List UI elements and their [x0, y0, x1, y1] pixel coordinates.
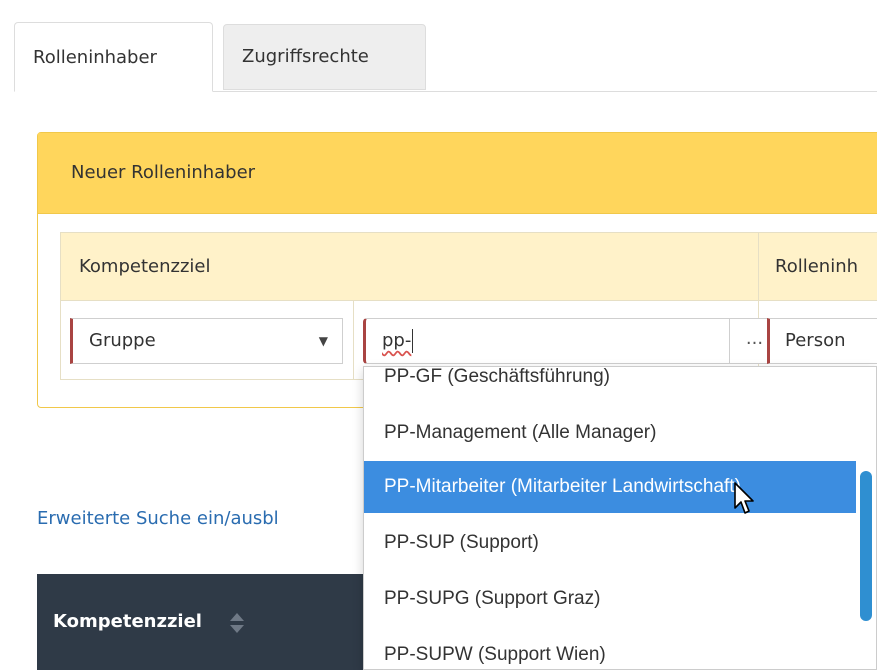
advanced-search-toggle-link[interactable]: Erweiterte Suche ein/ausbl	[37, 508, 279, 529]
column-header-kompetenzziel: Kompetenzziel	[79, 256, 211, 277]
dropdown-option-selected[interactable]: PP-Mitarbeiter (Mitarbeiter Landwirtscha…	[364, 461, 858, 513]
mouse-pointer-icon	[734, 482, 754, 514]
text-caret	[412, 329, 414, 353]
holder-type-value: Person	[785, 330, 846, 351]
role-holder-form-table: Kompetenzziel Rolleninh Gruppe ▼ pp- ...…	[60, 232, 877, 380]
tab-rolleninhaber[interactable]: Rolleninhaber	[14, 22, 213, 92]
form-table-header: Kompetenzziel Rolleninh	[61, 233, 877, 301]
dropdown-scrollbar[interactable]	[856, 367, 876, 669]
sort-icon[interactable]	[229, 612, 245, 634]
dropdown-option[interactable]: PP-Management (Alle Manager)	[364, 407, 858, 459]
dropdown-option[interactable]: PP-SUPG (Support Graz)	[364, 573, 858, 625]
tab-bar: Rolleninhaber Zugriffsrechte	[14, 22, 877, 92]
target-type-select[interactable]: Gruppe ▼	[70, 318, 343, 364]
target-search-input[interactable]: pp-	[363, 318, 730, 364]
tab-zugriffsrechte[interactable]: Zugriffsrechte	[223, 24, 426, 90]
scrollbar-thumb[interactable]	[860, 471, 872, 621]
holder-type-select[interactable]: Person	[767, 318, 877, 364]
results-column-kompetenzziel[interactable]: Kompetenzziel	[53, 574, 202, 670]
dropdown-option[interactable]: PP-SUPW (Support Wien)	[364, 629, 858, 669]
column-header-rolleninhaber: Rolleninh	[775, 256, 859, 277]
panel-heading: Neuer Rolleninhaber	[38, 133, 877, 214]
target-type-value: Gruppe	[89, 330, 156, 351]
dropdown-option[interactable]: PP-GF (Geschäftsführung)	[364, 367, 858, 403]
autocomplete-dropdown: PP-GF (Geschäftsführung) PP-Management (…	[363, 366, 877, 670]
search-input-value: pp-	[382, 330, 412, 351]
dropdown-option[interactable]: PP-SUP (Support)	[364, 517, 858, 569]
caret-down-icon: ▼	[318, 334, 328, 348]
